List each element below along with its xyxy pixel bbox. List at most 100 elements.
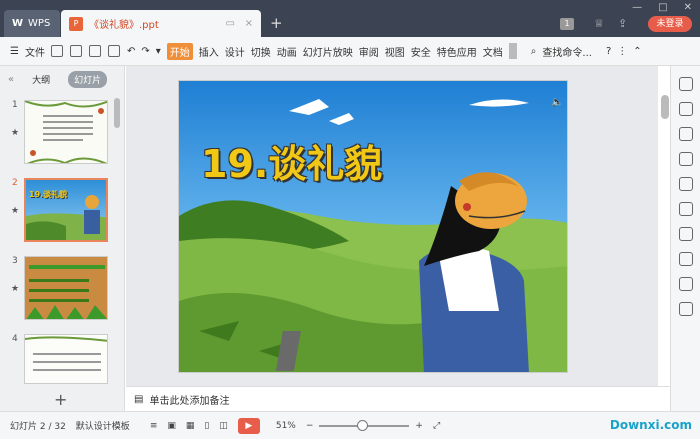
slide-thumbnail-1[interactable]: 1 ★ xyxy=(0,100,120,166)
tab-design[interactable]: 设计 xyxy=(225,44,245,59)
search-command[interactable]: 查找命令... xyxy=(542,44,592,59)
thumb-preview xyxy=(24,100,108,164)
search-icon[interactable]: ⌕ xyxy=(531,46,537,57)
slide-thumbnail-2[interactable]: 2 ★ 19.谈礼貌 xyxy=(0,178,120,244)
menu-bar: ☰ 文件 ↶ ↷ ▾ 开始 插入 设计 切换 动画 幻灯片放映 审阅 视图 安全… xyxy=(0,37,700,66)
animation-icon[interactable] xyxy=(678,77,693,91)
watermark: Downxi.com xyxy=(609,418,692,432)
menu-scroll-icon[interactable] xyxy=(508,43,517,59)
print-icon[interactable] xyxy=(107,45,120,57)
save-icon[interactable] xyxy=(69,45,82,57)
zoom-out-button[interactable]: − xyxy=(306,421,314,431)
dropdown-icon[interactable]: ▾ xyxy=(156,46,161,57)
help-icon[interactable]: ? xyxy=(606,46,611,57)
slide-background: 🔈 xyxy=(179,81,567,372)
monitor-icon[interactable]: ▭ xyxy=(226,18,235,29)
panel-tabs: « 大纲 幻灯片 xyxy=(0,66,124,92)
star-icon: ★ xyxy=(11,206,20,216)
slide-number: 3 xyxy=(12,256,18,266)
notification-badge[interactable]: 1 xyxy=(560,18,574,30)
tab-outline[interactable]: 大纲 xyxy=(26,71,56,88)
current-slide[interactable]: 🔈 19.谈礼貌 xyxy=(178,80,568,373)
login-button[interactable]: 未登录 xyxy=(648,16,692,32)
new-tab-button[interactable]: + xyxy=(270,14,283,32)
tab-wps-label: WPS xyxy=(28,18,51,29)
presenter-icon[interactable]: ◫ xyxy=(219,421,228,431)
shape-icon[interactable] xyxy=(678,102,693,116)
notes-placeholder[interactable]: 单击此处添加备注 xyxy=(149,392,229,407)
zoom-knob[interactable] xyxy=(357,419,369,431)
slide-thumbnail-3[interactable]: 3 ★ xyxy=(0,256,120,322)
wps-logo-icon: W xyxy=(12,18,24,29)
reading-view-icon[interactable]: ▯ xyxy=(204,421,209,431)
hamburger-icon[interactable]: ☰ xyxy=(10,46,19,57)
svg-text:🔈: 🔈 xyxy=(551,97,563,108)
notes-toggle-icon[interactable]: ≡ xyxy=(150,421,158,431)
format-icon[interactable] xyxy=(678,127,693,141)
zoom-slider[interactable] xyxy=(319,419,410,431)
more-icon[interactable]: ⋮ xyxy=(617,46,627,57)
thumb-4-art xyxy=(25,336,107,371)
slide-title[interactable]: 19.谈礼貌 xyxy=(201,133,382,188)
collapse-panel-icon[interactable]: « xyxy=(8,74,14,85)
slide-panel: « 大纲 幻灯片 1 ★ 2 ★ 19.谈礼貌 3 ★ 4 + xyxy=(0,66,125,411)
tab-special[interactable]: 特色应用 xyxy=(437,44,477,59)
fit-window-icon[interactable]: ⤢ xyxy=(433,421,440,431)
redo-icon[interactable]: ↷ xyxy=(141,46,149,57)
archive-icon[interactable] xyxy=(678,227,693,241)
ppt-file-icon: P xyxy=(69,16,83,31)
tab-animation[interactable]: 动画 xyxy=(277,44,297,59)
object-icon[interactable] xyxy=(678,177,693,191)
minimize-icon[interactable]: — xyxy=(632,2,642,13)
maximize-icon[interactable]: □ xyxy=(658,2,667,13)
tab-view[interactable]: 视图 xyxy=(385,44,405,59)
image-icon[interactable] xyxy=(678,277,693,291)
notes-icon: ▤ xyxy=(134,393,144,405)
zoom-in-button[interactable]: + xyxy=(415,421,423,431)
star-icon: ★ xyxy=(11,128,20,138)
title-bar: W WPS P 《谈礼貌》.ppt ▭ × + 1 ♕ ⇪ — □ ✕ 未登录 xyxy=(0,0,700,37)
tab-slideshow[interactable]: 幻灯片放映 xyxy=(303,44,353,59)
tab-document[interactable]: P 《谈礼貌》.ppt ▭ × xyxy=(61,10,261,37)
skin-icon[interactable]: ♕ xyxy=(594,17,604,30)
tab-slides[interactable]: 幻灯片 xyxy=(68,70,108,88)
normal-view-icon[interactable]: ▣ xyxy=(167,421,176,431)
shield-icon[interactable] xyxy=(678,302,693,316)
slide-number: 1 xyxy=(12,100,18,110)
template-name[interactable]: 默认设计模板 xyxy=(76,419,130,432)
slide-number: 4 xyxy=(12,334,18,344)
tab-home[interactable]: 开始 xyxy=(166,42,193,60)
thumb-2-title: 19.谈礼貌 xyxy=(29,190,68,199)
right-toolbar xyxy=(670,66,700,411)
sorter-view-icon[interactable]: ▦ xyxy=(186,421,195,431)
thumb-preview: 19.谈礼貌 xyxy=(24,178,108,242)
tab-wps[interactable]: W WPS xyxy=(4,10,60,37)
close-tab-icon[interactable]: × xyxy=(245,18,253,29)
tab-review[interactable]: 审阅 xyxy=(359,44,379,59)
thumb-preview xyxy=(24,256,108,320)
file-menu[interactable]: 文件 xyxy=(25,44,45,59)
zoom-level[interactable]: 51% xyxy=(276,421,296,431)
notes-area[interactable]: ▤ 单击此处添加备注 xyxy=(126,386,670,411)
star-icon[interactable] xyxy=(678,202,693,216)
share-icon[interactable] xyxy=(678,252,693,266)
tab-document-label: 《谈礼貌》.ppt xyxy=(89,20,159,31)
tab-transition[interactable]: 切换 xyxy=(251,44,271,59)
tab-insert[interactable]: 插入 xyxy=(199,44,219,59)
thumb-1-art xyxy=(25,101,107,163)
settings-icon[interactable] xyxy=(678,152,693,166)
slide-canvas: 🔈 19.谈礼貌 xyxy=(126,66,658,386)
collapse-icon[interactable]: ⌃ xyxy=(633,46,641,57)
add-slide-button[interactable]: + xyxy=(54,390,67,409)
window-controls: — □ ✕ xyxy=(632,2,692,13)
play-slideshow-icon[interactable]: ▶ xyxy=(237,417,260,434)
canvas-scrollbar[interactable] xyxy=(661,95,669,119)
undo-icon[interactable]: ↶ xyxy=(127,46,135,57)
slide-counter: 幻灯片 2 / 32 xyxy=(10,422,66,432)
tab-security[interactable]: 安全 xyxy=(411,44,431,59)
tab-doc[interactable]: 文档 xyxy=(483,44,503,59)
share-icon[interactable]: ⇪ xyxy=(618,17,627,30)
close-icon[interactable]: ✕ xyxy=(684,2,692,13)
open-icon[interactable] xyxy=(50,45,63,57)
print-preview-icon[interactable] xyxy=(88,45,101,57)
